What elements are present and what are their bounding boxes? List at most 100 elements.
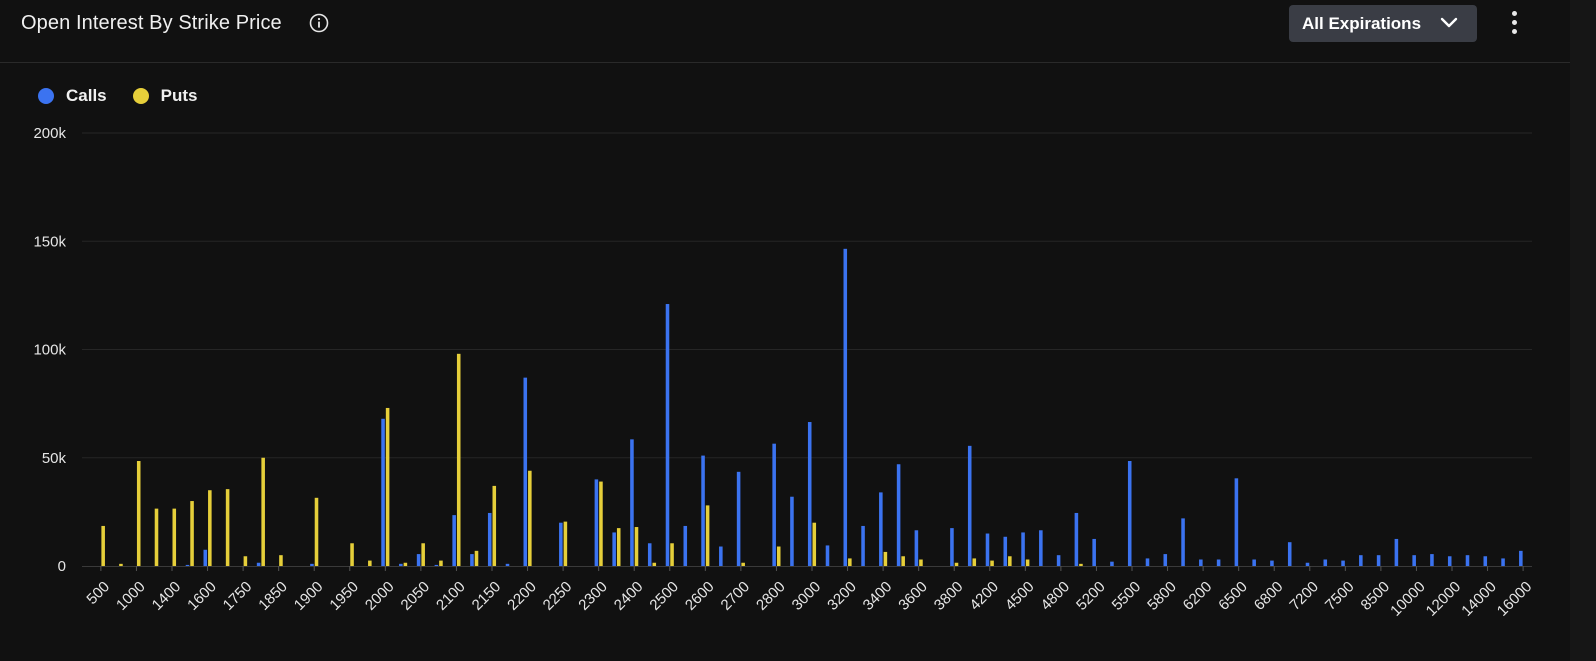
- bar-calls: [1447, 556, 1452, 566]
- bar-puts: [279, 555, 283, 566]
- x-tick-label: 2100: [433, 578, 469, 614]
- y-tick-label: 150k: [33, 233, 66, 250]
- x-tick-label: 6200: [1180, 578, 1216, 614]
- bar-calls: [399, 563, 403, 566]
- bar-puts: [190, 501, 194, 566]
- x-tick-label: 1400: [149, 578, 185, 614]
- bar-puts: [670, 543, 674, 566]
- x-tick-label: 1000: [113, 578, 149, 614]
- bar-calls: [1376, 555, 1381, 566]
- x-tick-label: 2150: [469, 578, 505, 614]
- bar-calls: [825, 545, 830, 566]
- bar-calls: [1056, 555, 1061, 566]
- x-tick-label: 6500: [1215, 578, 1251, 614]
- bar-puts: [421, 543, 425, 566]
- bar-puts: [385, 407, 390, 566]
- x-tick-label: 2250: [540, 578, 576, 614]
- x-tick-label: 3800: [931, 578, 967, 614]
- bar-calls: [523, 377, 528, 566]
- x-tick-label: 4200: [966, 578, 1002, 614]
- bar-puts: [243, 556, 248, 566]
- x-tick-label: 2000: [362, 578, 398, 614]
- x-tick-label: 12000: [1423, 578, 1465, 620]
- bar-puts: [776, 546, 781, 566]
- bar-puts: [599, 481, 603, 566]
- bar-calls: [896, 464, 901, 566]
- bar-puts: [616, 528, 621, 566]
- x-tick-label: 2700: [718, 578, 754, 614]
- bar-calls: [985, 533, 990, 566]
- bar-puts: [119, 563, 123, 566]
- x-tick-label: 4800: [1038, 578, 1074, 614]
- bar-calls: [1181, 518, 1185, 566]
- bar-calls: [950, 528, 954, 566]
- bar-puts: [350, 543, 354, 566]
- bar-calls: [647, 543, 652, 566]
- bar-puts: [563, 521, 568, 566]
- y-tick-label: 0: [58, 558, 66, 575]
- bar-puts: [154, 508, 159, 566]
- x-tick-label: 2400: [611, 578, 647, 614]
- bar-puts: [1025, 559, 1030, 566]
- x-tick-label: 3000: [789, 578, 825, 614]
- bar-calls: [470, 554, 474, 566]
- bar-calls: [879, 492, 883, 566]
- bar-calls: [1216, 559, 1221, 566]
- bar-calls: [1359, 555, 1363, 566]
- bar-calls: [1145, 558, 1150, 566]
- bar-calls: [914, 530, 919, 566]
- x-tick-label: 2800: [753, 578, 789, 614]
- bar-calls: [1341, 560, 1345, 566]
- bar-calls: [559, 522, 563, 566]
- bar-puts: [812, 522, 817, 566]
- bar-puts: [705, 505, 710, 566]
- scrollbar-track[interactable]: [1570, 0, 1596, 661]
- x-tick-label: 2200: [504, 578, 540, 614]
- bar-calls: [1074, 512, 1079, 566]
- bar-calls: [203, 549, 208, 566]
- bar-puts: [368, 560, 372, 566]
- bar-calls: [665, 304, 670, 566]
- bar-puts: [456, 353, 461, 566]
- bar-calls: [452, 515, 456, 566]
- bar-puts: [634, 527, 639, 566]
- bar-calls: [736, 471, 741, 566]
- bar-puts: [954, 562, 959, 566]
- x-tick-label: 1950: [326, 578, 362, 614]
- bar-calls: [1465, 555, 1470, 566]
- bar-puts: [225, 489, 230, 566]
- bar-calls: [861, 525, 865, 566]
- x-tick-label: 3200: [824, 578, 860, 614]
- x-tick-label: 1900: [291, 578, 327, 614]
- bar-calls: [1287, 542, 1292, 566]
- y-tick-label: 100k: [33, 342, 66, 359]
- bar-calls: [683, 525, 688, 566]
- bar-puts: [990, 560, 994, 566]
- bar-calls: [1305, 562, 1310, 566]
- bar-calls: [630, 439, 634, 566]
- x-tick-label: 14000: [1458, 578, 1500, 620]
- bar-puts: [528, 470, 532, 566]
- bar-calls: [1270, 560, 1274, 566]
- bar-calls: [1127, 460, 1132, 566]
- bar-puts: [1079, 563, 1083, 566]
- bar-calls: [1430, 554, 1434, 566]
- bar-calls: [310, 563, 314, 566]
- bar-calls: [1501, 558, 1505, 566]
- bar-calls: [719, 546, 723, 566]
- bar-puts: [883, 551, 888, 566]
- bar-calls: [843, 248, 848, 566]
- x-tick-label: 2600: [682, 578, 718, 614]
- bar-puts: [492, 485, 497, 566]
- bar-calls: [1003, 536, 1008, 566]
- bar-calls: [1092, 538, 1096, 566]
- bar-calls: [1110, 561, 1114, 566]
- x-tick-label: 16000: [1494, 578, 1536, 620]
- bar-puts: [136, 460, 141, 566]
- x-tick-label: 5200: [1073, 578, 1109, 614]
- bar-calls: [185, 564, 190, 566]
- bar-puts: [208, 490, 212, 566]
- bar-calls: [1039, 530, 1043, 566]
- bar-calls: [1394, 538, 1399, 566]
- bar-calls: [381, 418, 385, 566]
